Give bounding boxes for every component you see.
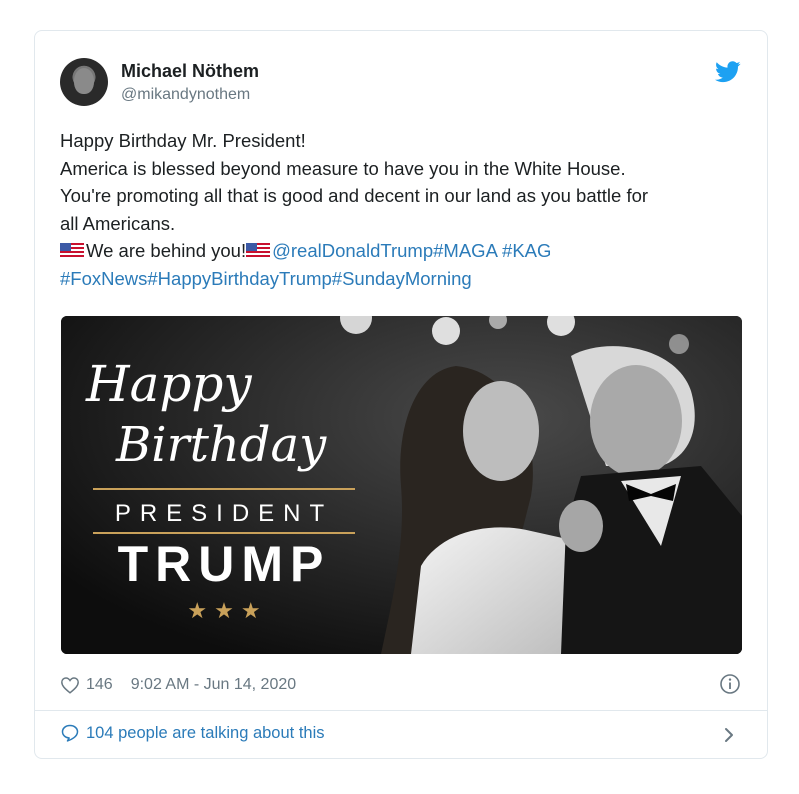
tweet-card: Michael Nöthem @mikandynothem Happy Birt… xyxy=(34,30,768,759)
tweet-line-behind: We are behind you! @realDonaldTrump#MAGA… xyxy=(60,237,750,265)
hashtag-link[interactable]: #KAG xyxy=(502,240,551,261)
tweet-image[interactable]: Happy Birthday PRESIDENT TRUMP ★ ★ ★ xyxy=(61,316,742,654)
tweet-line: You're promoting all that is good and de… xyxy=(60,185,649,206)
tweet-line-hashtags: #FoxNews#HappyBirthdayTrump#SundayMornin… xyxy=(60,265,750,293)
divider xyxy=(35,710,767,711)
tweet-line: America is blessed beyond measure to hav… xyxy=(60,157,626,179)
trump-text: TRUMP xyxy=(118,536,331,592)
author-handle[interactable]: @mikandynothem xyxy=(121,86,250,104)
heart-icon[interactable] xyxy=(60,676,80,694)
tweet-text: Happy Birthday Mr. President! America is… xyxy=(60,127,750,292)
hashtag-link[interactable]: #FoxNews xyxy=(60,268,147,289)
gold-rule xyxy=(93,532,355,534)
birthday-graphic: Happy Birthday PRESIDENT TRUMP ★ ★ ★ xyxy=(61,316,742,654)
tweet-line: Happy Birthday Mr. President! xyxy=(60,130,306,151)
gold-rule xyxy=(93,488,355,490)
avatar[interactable] xyxy=(60,58,108,106)
speech-bubble-icon xyxy=(61,724,79,742)
happy-script: Happy xyxy=(85,355,252,413)
twitter-bird-icon[interactable] xyxy=(715,61,741,83)
president-text: PRESIDENT xyxy=(115,500,333,527)
chevron-right-icon[interactable] xyxy=(721,724,737,746)
mention-link[interactable]: @realDonaldTrump xyxy=(272,240,433,261)
hashtag-link[interactable]: #SundayMorning xyxy=(332,268,472,289)
talking-about-link[interactable]: 104 people are talking about this xyxy=(60,723,325,743)
info-icon[interactable] xyxy=(719,673,741,695)
us-flag-icon xyxy=(60,243,84,259)
hashtag-link[interactable]: #HappyBirthdayTrump xyxy=(147,268,331,289)
like-count[interactable]: 146 xyxy=(86,676,113,694)
hashtag-link[interactable]: #MAGA xyxy=(433,240,497,261)
us-flag-icon xyxy=(246,243,271,259)
birthday-script: Birthday xyxy=(115,417,327,473)
stars: ★ ★ ★ xyxy=(187,599,260,624)
tweet-line: all Americans. xyxy=(60,212,176,234)
tweet-meta: 146 9:02 AM - Jun 14, 2020 xyxy=(60,673,296,697)
talking-text: 104 people are talking about this xyxy=(86,723,325,742)
timestamp[interactable]: 9:02 AM - Jun 14, 2020 xyxy=(131,676,296,694)
behind-text: We are behind you! xyxy=(86,240,247,261)
author-name[interactable]: Michael Nöthem xyxy=(121,61,259,82)
